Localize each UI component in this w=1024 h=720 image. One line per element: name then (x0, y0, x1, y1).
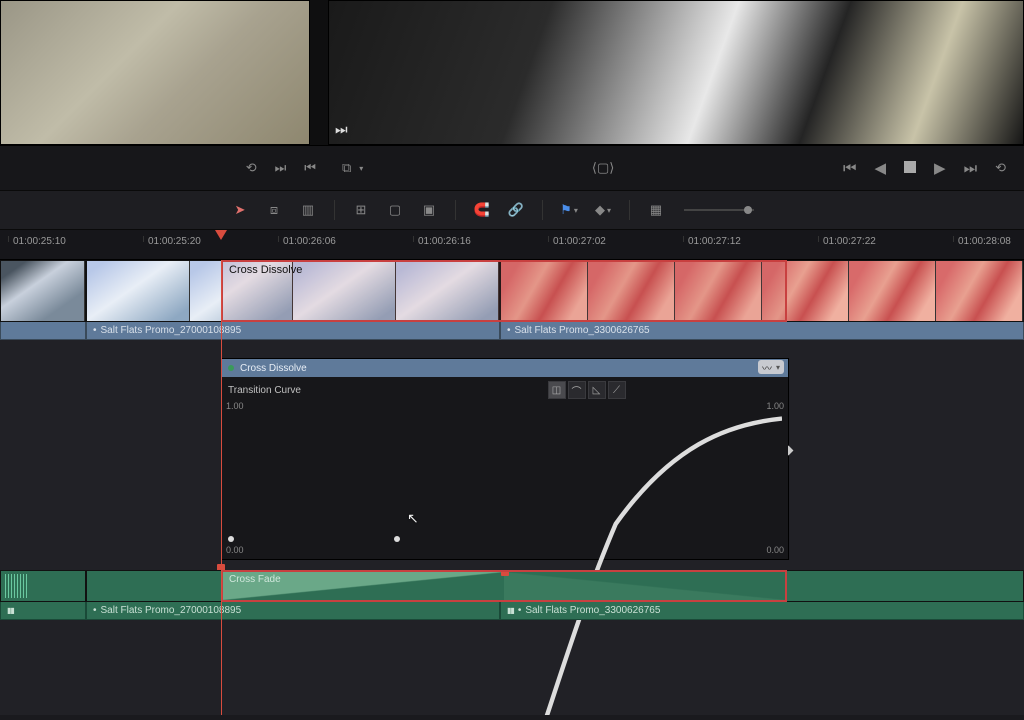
dot-icon: • (507, 325, 511, 336)
active-indicator-icon (228, 365, 234, 371)
curve-max-left: 1.00 (226, 401, 244, 411)
waveform (5, 574, 29, 598)
video-track-1[interactable]: Cross Dissolve • Salt Flats Promo_270001… (0, 260, 1024, 340)
curve-mode-easein[interactable]: ◺ (588, 381, 606, 399)
curve-header-title: Cross Dissolve (240, 363, 307, 374)
audio-clip[interactable] (0, 570, 86, 602)
curve-keyframe-start[interactable] (228, 536, 234, 542)
transport-row: ⟲ ⏭ ⏮ ⧉ ▾ ⟨▢⟩ ⏮ ◀ ▶ ⏭ ⟲ (0, 145, 1024, 190)
loop-icon[interactable]: ⟲ (246, 160, 257, 176)
prev-frame-icon[interactable]: ⏮ (304, 160, 316, 176)
flag-icon[interactable]: ⚑▾ (559, 202, 579, 218)
clip-thumbnail (1, 261, 85, 321)
channel-icon: ▮▮ (7, 606, 14, 615)
separator (542, 200, 543, 220)
trim-tool-icon[interactable]: ⧈ (264, 202, 284, 218)
playhead-handle[interactable] (215, 230, 227, 242)
edit-toolbar: ➤ ⧈ ▥ ⊞ ▢ ▣ 🧲 🔗 ⚑▾ ◆▾ ▦ (0, 190, 1024, 230)
ruler-tick: 01:00:26:06 (278, 236, 336, 242)
clip-thumbnail (936, 261, 1023, 321)
goto-end-icon[interactable]: ⏭ (335, 121, 348, 138)
cursor-icon: ↖ (407, 510, 419, 527)
selection-tool-icon[interactable]: ➤ (230, 202, 250, 218)
blade-tool-icon[interactable]: ▥ (298, 202, 318, 218)
audio-clip-name: Salt Flats Promo_3300626765 (525, 605, 660, 616)
timeline[interactable]: Cross Dissolve • Salt Flats Promo_270001… (0, 260, 1024, 715)
stop-icon[interactable] (904, 161, 916, 176)
curve-max-right: 1.00 (766, 401, 784, 411)
program-monitor[interactable]: ⏭ (328, 0, 1024, 145)
replace-icon[interactable]: ▣ (419, 202, 439, 218)
clip-name-bar: • Salt Flats Promo_3300626765 (500, 322, 1024, 340)
curve-plot[interactable] (228, 413, 782, 715)
curve-bezier-handle[interactable] (394, 536, 400, 542)
clip-thumbnail (87, 261, 190, 321)
transition-label: Cross Dissolve (229, 264, 302, 276)
range-marker-icon[interactable] (501, 570, 509, 576)
channel-icon: ▮▮ (507, 606, 514, 615)
curve-mode-easeout[interactable]: ⟋ (608, 381, 626, 399)
ruler-tick: 01:00:27:12 (683, 236, 741, 242)
clip-name-bar (0, 322, 86, 340)
clip-name: Salt Flats Promo_3300626765 (515, 325, 650, 336)
overwrite-icon[interactable]: ▢ (385, 202, 405, 218)
insert-icon[interactable]: ⊞ (351, 202, 371, 218)
monitor-mode-icon[interactable]: ⟨▢⟩ (592, 160, 614, 176)
timeline-ruler[interactable]: 01:00:25:10 01:00:25:20 01:00:26:06 01:0… (0, 230, 1024, 260)
ruler-tick: 01:00:25:10 (8, 236, 66, 242)
audio-transition[interactable]: Cross Fade (221, 570, 787, 602)
clip-thumbnail (849, 261, 936, 321)
separator (334, 200, 335, 220)
ruler-tick: 01:00:28:08 (953, 236, 1011, 242)
dot-icon: • (518, 605, 522, 616)
preview-row: ⏭ (0, 0, 1024, 145)
curve-mode-linear[interactable]: ◫ (548, 381, 566, 399)
ruler-tick: 01:00:27:22 (818, 236, 876, 242)
audio-clip-name-bar: • Salt Flats Promo_27000108895 (86, 602, 500, 620)
crop-menu-caret[interactable]: ▾ (359, 164, 363, 173)
curve-panel-header[interactable]: Cross Dissolve 〰▾ (222, 359, 788, 377)
curve-mode-ease[interactable]: ⌒ (568, 381, 586, 399)
separator (455, 200, 456, 220)
ruler-tick: 01:00:25:20 (143, 236, 201, 242)
crop-icon[interactable]: ⧉ (342, 160, 351, 176)
play-reverse-icon[interactable]: ◀ (874, 159, 886, 177)
curve-min-right: 0.00 (766, 545, 784, 555)
snap-icon[interactable]: 🧲 (472, 202, 492, 218)
zoom-slider[interactable] (684, 209, 754, 211)
source-transport: ⟲ ⏭ ⏮ (0, 146, 328, 190)
audio-clip-name-bar: ▮▮ (0, 602, 86, 620)
loop-playback-icon[interactable]: ⟲ (995, 160, 1006, 176)
view-options-icon[interactable]: ▦ (646, 202, 666, 218)
go-start-icon[interactable]: ⏮ (843, 160, 857, 177)
audio-clip-name-bar: ▮▮ • Salt Flats Promo_3300626765 (500, 602, 1024, 620)
link-icon[interactable]: 🔗 (506, 202, 526, 218)
next-frame-icon[interactable]: ⏭ (275, 160, 287, 176)
clip-name-bar: • Salt Flats Promo_27000108895 (86, 322, 500, 340)
curve-min-left: 0.00 (226, 545, 244, 555)
audio-track-1[interactable]: Cross Fade ▮▮ • Salt Flats Promo_2700010… (0, 570, 1024, 626)
ruler-tick: 01:00:26:16 (413, 236, 471, 242)
marker-icon[interactable]: ◆▾ (593, 202, 613, 218)
play-icon[interactable]: ▶ (934, 159, 946, 177)
separator (629, 200, 630, 220)
go-end-icon[interactable]: ⏭ (964, 160, 978, 177)
video-transition[interactable]: Cross Dissolve (221, 260, 787, 322)
curve-editor[interactable]: Transition Curve ◫ ⌒ ◺ ⟋ 1.00 1.00 ↖ 0.0… (222, 377, 788, 559)
audio-transition-label: Cross Fade (229, 574, 281, 585)
dot-icon: • (93, 325, 97, 336)
crossfade-shape (504, 572, 785, 600)
program-transport: ⧉ ▾ ⟨▢⟩ ⏮ ◀ ▶ ⏭ ⟲ (328, 146, 1024, 190)
transition-curve-panel: Cross Dissolve 〰▾ Transition Curve ◫ ⌒ ◺… (221, 358, 789, 560)
curve-title: Transition Curve (228, 385, 301, 396)
source-monitor[interactable] (0, 0, 310, 145)
video-clip[interactable] (0, 260, 86, 322)
dot-icon: • (93, 605, 97, 616)
ruler-tick: 01:00:27:02 (548, 236, 606, 242)
playhead-line (221, 260, 222, 715)
collapse-curve-button[interactable]: 〰▾ (758, 360, 784, 374)
